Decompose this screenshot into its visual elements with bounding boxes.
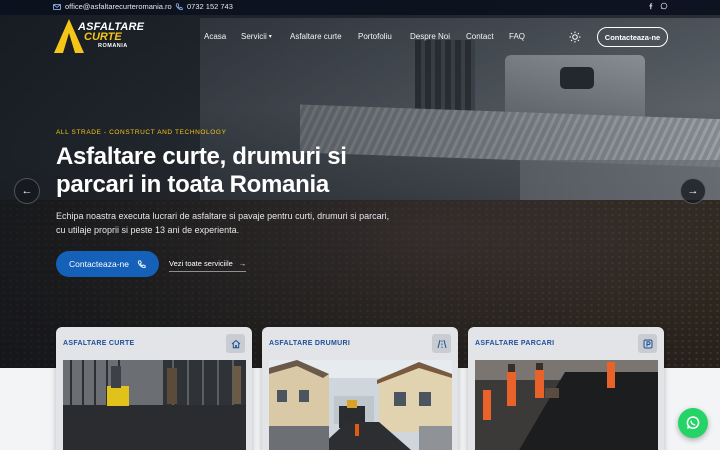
nav-item-contact[interactable]: Contact xyxy=(466,32,494,41)
topbar-email[interactable]: office@asfaltarecurteromania.ro xyxy=(53,2,172,11)
nav-item-portofoliu[interactable]: Portofoliu xyxy=(358,32,392,41)
house-icon xyxy=(226,334,245,353)
contact-button-hero[interactable]: Contacteaza-ne xyxy=(56,251,159,277)
parking-icon xyxy=(638,334,657,353)
service-photo-drumuri xyxy=(269,360,452,450)
topbar-phone[interactable]: 0732 152 743 xyxy=(175,2,233,11)
mail-icon xyxy=(53,3,61,10)
nav-item-acasa[interactable]: Acasa xyxy=(204,32,226,41)
phone-icon xyxy=(137,259,146,268)
road-icon xyxy=(432,334,451,353)
arrow-left-icon: ← xyxy=(21,185,33,197)
sun-icon[interactable] xyxy=(569,31,581,43)
service-card-title: ASFALTARE CURTE xyxy=(63,340,135,347)
nav-item-asfaltare-curte[interactable]: Asfaltare curte xyxy=(290,32,342,41)
arrow-right-icon: → xyxy=(687,185,699,197)
facebook-icon xyxy=(649,3,653,10)
service-photo-curte xyxy=(63,360,246,450)
phone-icon xyxy=(175,2,183,10)
facebook-link[interactable] xyxy=(647,2,655,10)
logo-line-3: ROMANIA xyxy=(98,43,128,49)
slider-prev-button[interactable]: ← xyxy=(14,178,40,204)
nav-item-faq[interactable]: FAQ xyxy=(509,32,525,41)
nav-item-despre-noi[interactable]: Despre Noi xyxy=(410,32,450,41)
hero-tagline: ALL STRADE - CONSTRUCT AND TECHNOLOGY xyxy=(56,129,227,136)
whatsapp-floating-button[interactable] xyxy=(678,408,708,438)
topbar-email-text: office@asfaltarecurteromania.ro xyxy=(65,2,172,11)
service-card-curte[interactable]: ASFALTARE CURTE xyxy=(56,327,252,450)
service-card-parcari[interactable]: ASFALTARE PARCARI xyxy=(468,327,664,450)
service-photo-parcari xyxy=(475,360,658,450)
logo-line-2: CURTE xyxy=(84,31,122,43)
service-card-drumuri[interactable]: ASFALTARE DRUMURI xyxy=(262,327,458,450)
contact-button-header[interactable]: Contacteaza-ne xyxy=(597,27,668,47)
topbar-phone-text: 0732 152 743 xyxy=(187,2,233,11)
top-bar: office@asfaltarecurteromania.ro 0732 152… xyxy=(0,0,720,15)
service-card-title: ASFALTARE DRUMURI xyxy=(269,340,351,347)
hero-headline: Asfaltare curte, drumuri si parcari in t… xyxy=(56,143,347,198)
service-card-title: ASFALTARE PARCARI xyxy=(475,340,555,347)
slider-next-button[interactable]: → xyxy=(680,178,706,204)
view-services-link[interactable]: Vezi toate serviciile → xyxy=(169,259,247,272)
hero-subtext: Echipa noastra executa lucrari de asfalt… xyxy=(56,211,390,235)
nav-item-servicii[interactable]: Servicii ▾ xyxy=(241,32,272,41)
site-logo[interactable]: ASFALTARE CURTE ROMANIA xyxy=(54,19,144,57)
whatsapp-icon xyxy=(686,416,700,429)
whatsapp-icon xyxy=(660,2,668,10)
arrow-right-icon: → xyxy=(238,259,247,268)
whatsapp-link-top[interactable] xyxy=(660,2,668,10)
chevron-down-icon: ▾ xyxy=(268,34,272,40)
